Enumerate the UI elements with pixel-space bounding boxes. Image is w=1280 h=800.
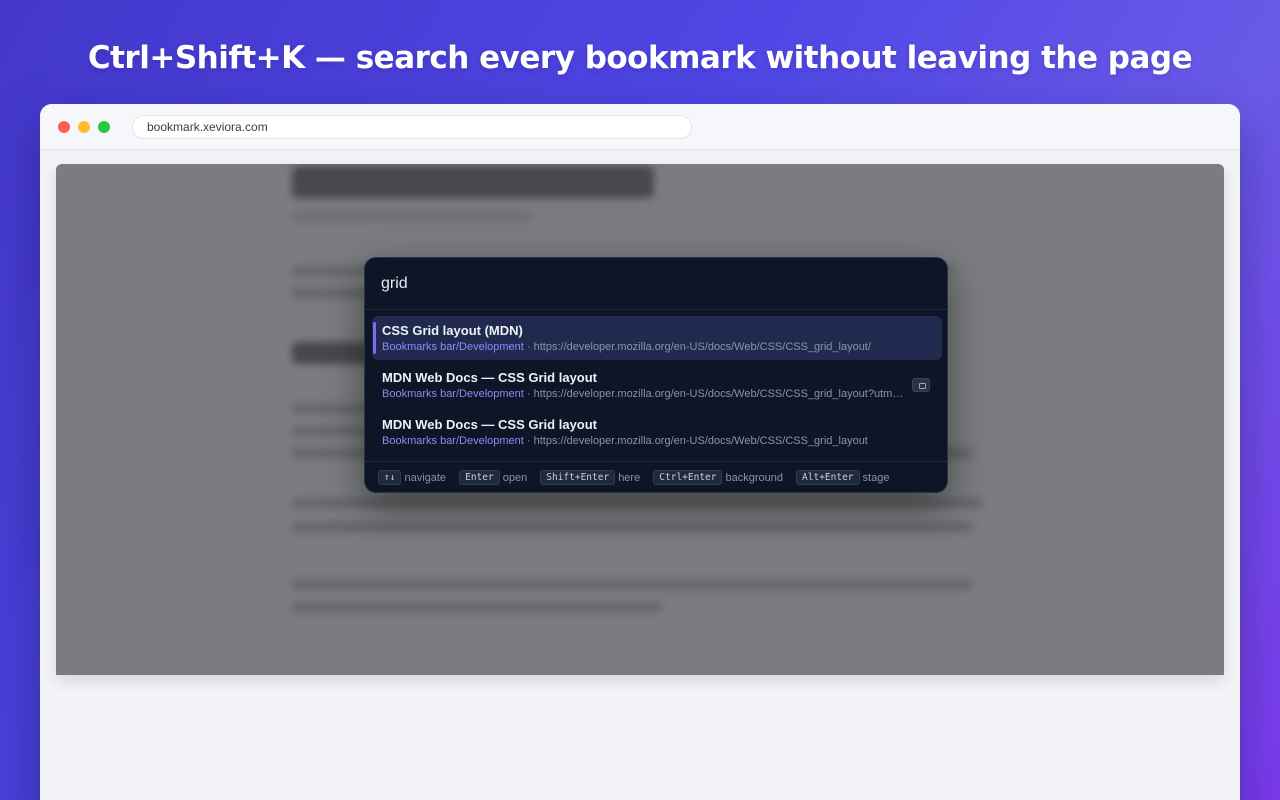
search-row: [365, 258, 947, 310]
hint-label: navigate: [404, 472, 447, 484]
hint-here: Shift+Enter here: [540, 470, 640, 485]
hint-label: background: [725, 472, 783, 484]
result-subtitle: Bookmarks bar/Development · https://deve…: [382, 435, 904, 447]
kbd-key: Enter: [459, 470, 500, 485]
maximize-window-button[interactable]: [98, 121, 110, 133]
result-url: https://developer.mozilla.org/en-US/docs…: [533, 388, 904, 400]
kbd-key: Shift+Enter: [540, 470, 616, 485]
hint-stage: Alt+Enter stage: [796, 470, 889, 485]
hint-label: open: [502, 472, 528, 484]
browser-toolbar: bookmark.xeviora.com: [40, 104, 1240, 150]
result-separator: ·: [523, 341, 534, 353]
close-window-button[interactable]: [58, 121, 70, 133]
blurred-heading: [292, 166, 654, 198]
result-folder: Bookmarks bar/Development: [382, 341, 524, 353]
hint-label: stage: [862, 472, 890, 484]
hint-open: Enter open: [459, 470, 527, 485]
result-subtitle: Bookmarks bar/Development · https://deve…: [382, 388, 904, 400]
hint-navigate: ↑↓ navigate: [378, 470, 446, 485]
results-list: CSS Grid layout (MDN) Bookmarks bar/Deve…: [372, 316, 942, 457]
kbd-key: ↑↓: [378, 470, 402, 485]
keyboard-hints: ↑↓ navigate Enter open Shift+Enter here Ctr…: [365, 461, 947, 492]
result-item[interactable]: CSS Grid layout (MDN) Bookmarks bar/Deve…: [372, 316, 942, 360]
result-url: https://developer.mozilla.org/en-US/docs…: [533, 435, 868, 447]
kbd-key: Alt+Enter: [796, 470, 860, 485]
hint-label: here: [618, 472, 641, 484]
page-viewport: CSS Grid layout (MDN) Bookmarks bar/Deve…: [56, 164, 1224, 675]
address-bar[interactable]: bookmark.xeviora.com: [132, 115, 692, 139]
blurred-text: [292, 602, 662, 612]
result-title: MDN Web Docs — CSS Grid layout: [382, 370, 598, 385]
result-title: CSS Grid layout (MDN): [382, 323, 523, 338]
blurred-text: [292, 212, 532, 222]
open-tab-icon: [912, 378, 930, 392]
blurred-text: [292, 522, 972, 532]
kbd-key: Ctrl+Enter: [653, 470, 723, 485]
minimize-window-button[interactable]: [78, 121, 90, 133]
result-item[interactable]: MDN Web Docs — CSS Grid layout Bookmarks…: [372, 363, 942, 407]
result-separator: ·: [523, 388, 534, 400]
browser-window: bookmark.xeviora.com CSS Grid layout: [40, 104, 1240, 800]
result-url: https://developer.mozilla.org/en-US/docs…: [533, 341, 871, 353]
bookmark-search-input[interactable]: [381, 272, 921, 296]
page-headline: Ctrl+Shift+K — search every bookmark wit…: [87, 40, 1193, 76]
result-subtitle: Bookmarks bar/Development · https://deve…: [382, 341, 904, 353]
result-item[interactable]: MDN Web Docs — CSS Grid layout Bookmarks…: [372, 410, 942, 454]
blurred-text: [292, 580, 972, 590]
bookmark-search-palette: CSS Grid layout (MDN) Bookmarks bar/Deve…: [364, 257, 948, 493]
hint-background: Ctrl+Enter background: [653, 470, 783, 485]
result-folder: Bookmarks bar/Development: [382, 388, 524, 400]
result-title: MDN Web Docs — CSS Grid layout: [382, 417, 598, 432]
result-folder: Bookmarks bar/Development: [382, 435, 524, 447]
blurred-text: [292, 498, 982, 508]
result-separator: ·: [523, 435, 534, 447]
